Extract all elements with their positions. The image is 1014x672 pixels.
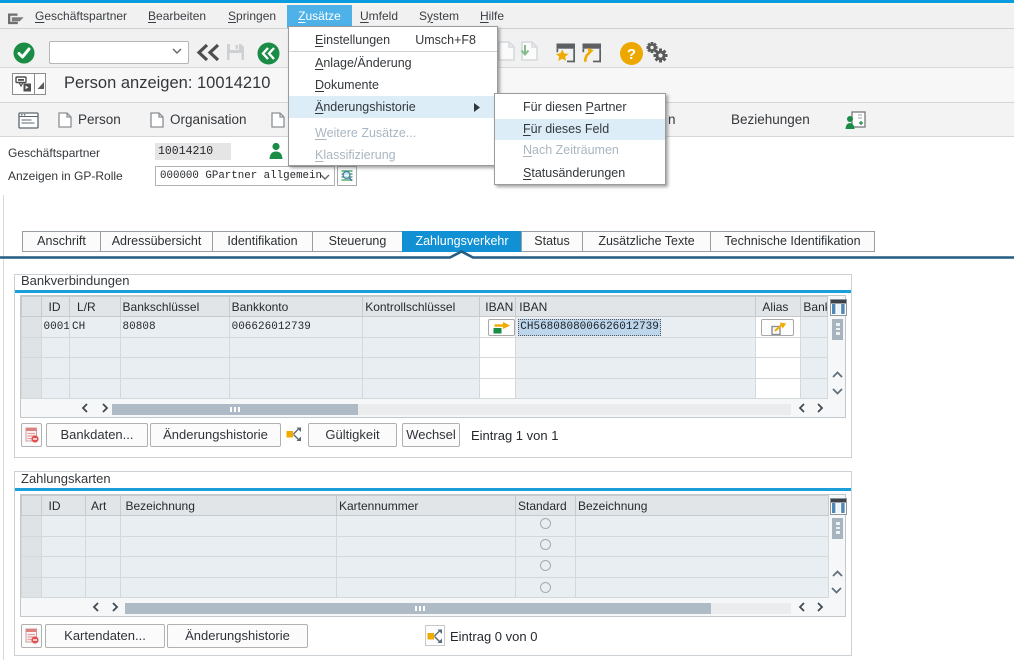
svg-text:?: ? bbox=[627, 46, 636, 63]
